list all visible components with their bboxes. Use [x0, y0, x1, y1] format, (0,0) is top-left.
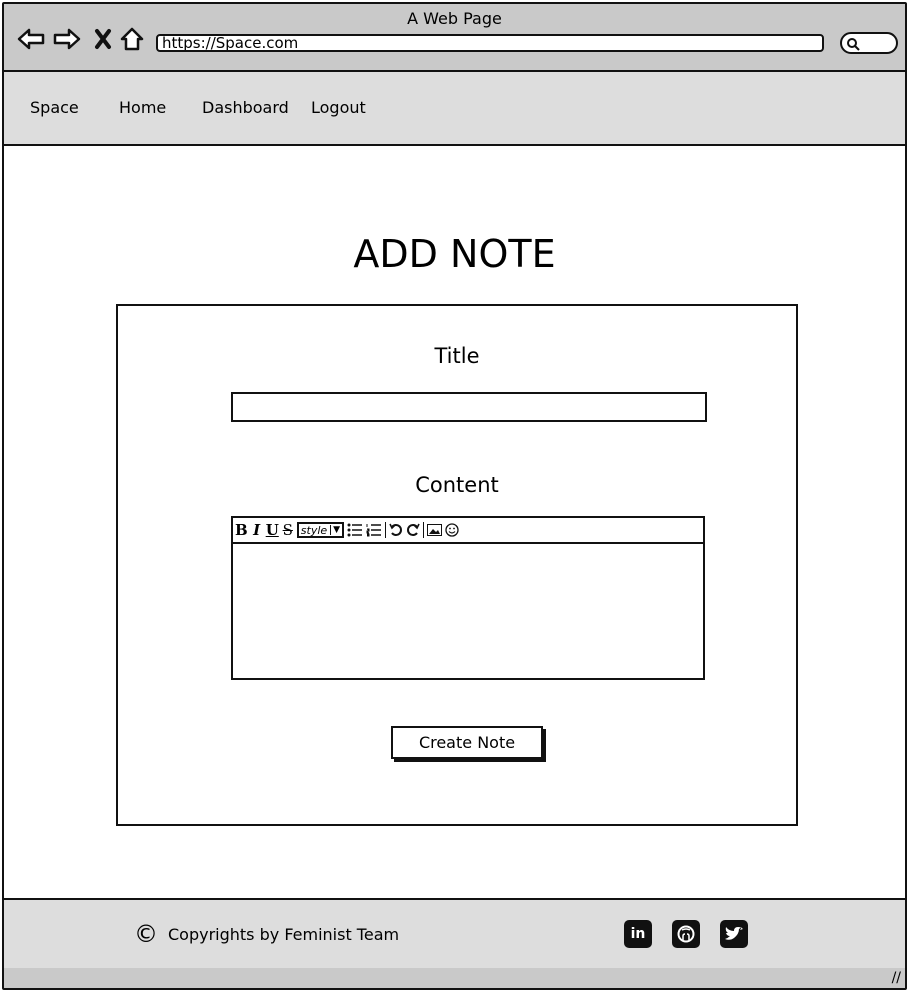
browser-statusbar: // [4, 968, 905, 988]
redo-icon[interactable] [406, 520, 420, 540]
nav-item-home[interactable]: Home [119, 98, 166, 117]
copyright: © Copyrights by Feminist Team [134, 922, 399, 946]
nav-item-logout[interactable]: Logout [311, 98, 366, 117]
editor-toolbar: B I U S style ▼ [233, 518, 703, 544]
numbered-list-icon[interactable] [366, 520, 382, 540]
github-icon[interactable] [672, 920, 700, 948]
copyright-icon: © [134, 920, 158, 948]
copyright-text: Copyrights by Feminist Team [168, 924, 400, 944]
title-input[interactable] [231, 392, 707, 422]
content-textarea[interactable] [233, 544, 703, 678]
rich-text-editor: B I U S style ▼ [231, 516, 705, 680]
bullet-list-icon[interactable] [347, 520, 363, 540]
undo-icon[interactable] [389, 520, 403, 540]
browser-search-box[interactable] [840, 32, 898, 54]
create-note-button[interactable]: Create Note [391, 726, 543, 759]
home-icon[interactable] [117, 24, 147, 54]
underline-icon[interactable]: U [266, 520, 279, 540]
app-navbar: Space Home Dashboard Logout [4, 72, 905, 146]
search-icon [847, 38, 860, 51]
close-icon[interactable] [88, 24, 118, 54]
linkedin-icon[interactable]: in [624, 920, 652, 948]
browser-window: A Web Page https://Space.com Space Home … [2, 2, 907, 990]
title-label: Title [434, 344, 480, 368]
browser-titlebar: A Web Page https://Space.com [4, 4, 905, 72]
bold-icon[interactable]: B [235, 520, 248, 540]
strikethrough-icon[interactable]: S [282, 520, 294, 540]
nav-item-dashboard[interactable]: Dashboard [202, 98, 289, 117]
resize-grip-icon[interactable]: // [892, 970, 901, 986]
back-arrow-icon[interactable] [16, 24, 46, 54]
content-label: Content [415, 473, 499, 497]
style-dropdown[interactable]: style ▼ [296, 522, 345, 538]
twitter-icon[interactable] [720, 920, 748, 948]
chevron-down-icon: ▼ [330, 525, 340, 535]
page-title: ADD NOTE [353, 232, 556, 276]
add-note-form: Title Content B I U S style ▼ Create Not… [116, 304, 798, 826]
toolbar-divider [385, 522, 387, 538]
emoji-icon[interactable] [445, 520, 459, 540]
toolbar-divider [423, 522, 425, 538]
address-bar[interactable]: https://Space.com [156, 34, 824, 52]
italic-icon[interactable]: I [251, 520, 263, 540]
forward-arrow-icon[interactable] [52, 24, 82, 54]
image-icon[interactable] [427, 520, 443, 540]
brand-link[interactable]: Space [30, 98, 79, 117]
page-footer: © Copyrights by Feminist Team in [4, 898, 905, 972]
style-dropdown-label: style [300, 523, 328, 537]
